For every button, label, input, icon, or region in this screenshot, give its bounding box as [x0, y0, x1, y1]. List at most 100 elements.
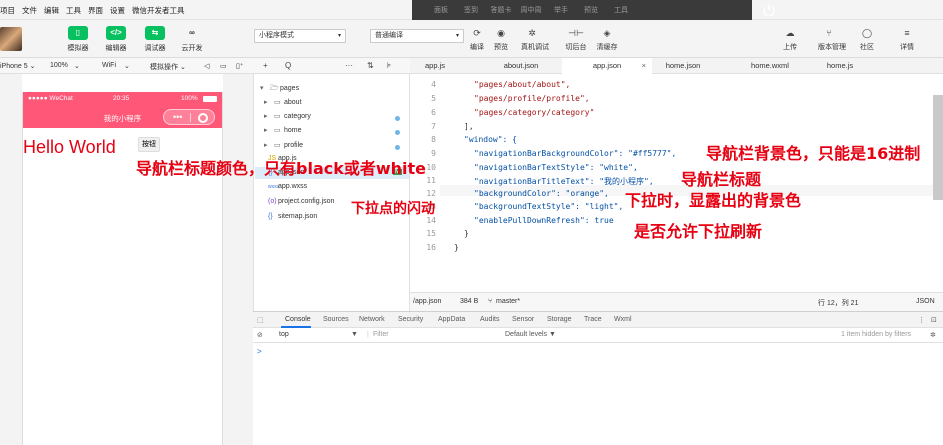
zoom-select[interactable]: 100%	[50, 62, 68, 69]
simulator-toggle-button[interactable]: ▯ 模拟器	[62, 26, 94, 53]
meeting-tab[interactable]: 工具	[606, 5, 636, 15]
tab-app-json[interactable]: app.json ×	[562, 58, 652, 74]
tree-folder-profile[interactable]: ▸ ▭ profile	[264, 141, 303, 153]
bug-icon: ✲	[528, 28, 536, 38]
dock-icon[interactable]: ⊡	[931, 316, 937, 324]
sort-icon[interactable]: ⇅	[367, 61, 374, 70]
debugger-toggle-button[interactable]: ⇆ 调试器	[139, 26, 171, 53]
inspect-icon[interactable]: ⬚	[257, 316, 264, 324]
split-icon[interactable]: ▯⁺	[236, 62, 244, 70]
power-icon[interactable]	[762, 4, 776, 16]
debug-icon: ⇆	[145, 26, 165, 40]
menu-settings[interactable]: 设置	[110, 5, 125, 16]
upload-button[interactable]: ☁ 上传	[779, 28, 801, 52]
folder-open-icon: 🗁	[270, 85, 279, 92]
tab-audits[interactable]: Audits	[480, 316, 499, 323]
meeting-tab[interactable]: 签到	[456, 5, 486, 15]
tree-folder-home[interactable]: ▸ ▭ home	[264, 126, 302, 138]
remote-debug-button[interactable]: ✲ 真机调试	[521, 28, 549, 52]
add-file-icon[interactable]: +	[263, 61, 268, 70]
compile-mode-select[interactable]: 普通编译 ▾	[370, 29, 464, 43]
tab-security[interactable]: Security	[398, 316, 423, 323]
branch-icon: ⑂	[826, 28, 832, 38]
tab-home-js[interactable]: home.js	[810, 58, 870, 74]
details-button[interactable]: ≡ 详情	[896, 28, 918, 52]
operation-select[interactable]: 模拟操作 ⌄	[150, 62, 186, 72]
tree-file-sitemap-json[interactable]: {} sitemap.json	[268, 213, 317, 225]
tab-storage[interactable]: Storage	[547, 316, 572, 323]
preview-button[interactable]: ◉ 预览	[490, 28, 512, 52]
meeting-tab[interactable]: 周中周	[516, 5, 546, 15]
tab-home-json[interactable]: home.json	[654, 58, 712, 74]
meeting-toolbar: 面板 签到 答题卡 周中周 举手 预览 工具	[412, 0, 775, 20]
menu-project[interactable]: 项目	[0, 5, 15, 16]
tab-appdata[interactable]: AppData	[438, 316, 465, 323]
capsule-menu[interactable]: •••	[163, 109, 215, 125]
menu-devtools[interactable]: 微信开发者工具	[132, 5, 185, 16]
log-levels-select[interactable]: Default levels ▼	[505, 331, 556, 338]
code-editor[interactable]: 4 5 6 7 8 9 10 11 12 13 14 15 16 "pages/…	[410, 74, 943, 292]
tab-wxml[interactable]: Wxml	[614, 316, 632, 323]
editor-scrollbar[interactable]	[933, 95, 943, 200]
cursor-position[interactable]: 行 12，列 21	[818, 298, 858, 308]
tab-app-js[interactable]: app.js	[410, 58, 460, 74]
json-file-icon: {}	[268, 213, 273, 220]
search-icon[interactable]: Q	[285, 61, 291, 70]
console-prompt[interactable]: >	[257, 347, 262, 356]
folder-icon: ▭	[274, 113, 281, 120]
context-dropdown-icon[interactable]: ▼	[351, 331, 358, 338]
tab-network[interactable]: Network	[359, 316, 385, 323]
tree-folder-category[interactable]: ▸ ▭ category	[264, 112, 311, 124]
more-vertical-icon[interactable]: ⋮	[918, 316, 925, 324]
more-icon[interactable]: •••	[173, 112, 182, 122]
demo-button[interactable]: 按钮	[138, 137, 160, 152]
phone-icon: ▯	[68, 26, 88, 40]
tab-about-json[interactable]: about.json	[482, 58, 560, 74]
clear-console-icon[interactable]: ⊘	[257, 331, 263, 339]
meeting-tab[interactable]: 预览	[576, 5, 606, 15]
clear-cache-button[interactable]: ◈ 清缓存	[596, 28, 618, 52]
volume-icon[interactable]: ◁	[204, 62, 209, 70]
menu-edit[interactable]: 编辑	[44, 5, 59, 16]
settings-gear-icon[interactable]: ✲	[930, 331, 936, 339]
mode-select[interactable]: 小程序模式 ▾	[254, 29, 346, 43]
tab-sources[interactable]: Sources	[323, 316, 349, 323]
menu-bar: 项目 文件 编辑 工具 界面 设置 微信开发者工具 面板 签到 答题卡 周中周 …	[0, 0, 943, 20]
cloud-button[interactable]: ∞ 云开发	[176, 26, 208, 53]
context-select[interactable]: top	[279, 331, 289, 338]
meeting-tab[interactable]: 答题卡	[486, 5, 516, 15]
code-line: }	[464, 229, 469, 238]
tree-file-project-config[interactable]: (o)project.config.json	[268, 198, 334, 210]
filter-divider: |	[367, 331, 369, 338]
tab-trace[interactable]: Trace	[584, 316, 602, 323]
background-button[interactable]: ⊣⊢ 切后台	[565, 28, 587, 52]
version-button[interactable]: ⑂ 版本管理	[818, 28, 846, 52]
tree-folder-about[interactable]: ▸ ▭ about	[264, 98, 302, 110]
editor-toggle-button[interactable]: </> 编辑器	[100, 26, 132, 53]
close-icon[interactable]	[198, 113, 208, 123]
menu-file[interactable]: 文件	[22, 5, 37, 16]
window-icon[interactable]: ▭	[220, 62, 227, 70]
tab-sensor[interactable]: Sensor	[512, 316, 534, 323]
meeting-tab[interactable]: 面板	[426, 5, 456, 15]
meeting-tab[interactable]: 举手	[546, 5, 576, 15]
menu-tools[interactable]: 工具	[66, 5, 81, 16]
device-select[interactable]: iPhone 5 ⌄	[0, 62, 35, 70]
more-icon[interactable]: ···	[345, 61, 353, 70]
menu-view[interactable]: 界面	[88, 5, 103, 16]
tree-file-app-wxss[interactable]: wxssapp.wxss	[268, 183, 307, 195]
compile-button[interactable]: ⟳ 编译	[466, 28, 488, 52]
community-button[interactable]: ◯ 社区	[856, 28, 878, 52]
close-icon[interactable]: ×	[642, 58, 646, 74]
avatar[interactable]	[0, 27, 22, 51]
filter-input[interactable]: Filter	[373, 331, 389, 338]
tree-folder-pages[interactable]: ▾ 🗁pages	[260, 84, 299, 96]
git-branch[interactable]: master*	[496, 298, 520, 305]
collapse-icon[interactable]: ⊧	[387, 61, 391, 70]
tab-home-wxml[interactable]: home.wxml	[730, 58, 810, 74]
network-select[interactable]: WiFi	[102, 62, 116, 69]
annotation-enable-pull: 是否允许下拉刷新	[634, 222, 763, 241]
code-line: "navigationBarTextStyle": "white",	[474, 163, 638, 172]
language-mode[interactable]: JSON	[916, 298, 935, 305]
tab-console[interactable]: Console	[285, 316, 311, 323]
